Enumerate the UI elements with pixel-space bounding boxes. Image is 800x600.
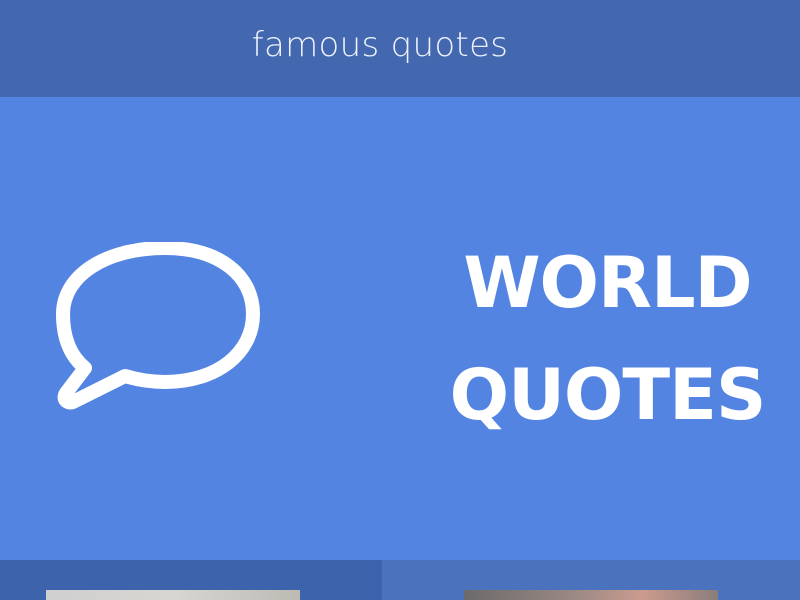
quote-thumbnail-image[interactable]: [46, 590, 300, 600]
app-screen: famous quotes WORLD QUOTES: [0, 0, 800, 600]
quote-card[interactable]: [0, 560, 382, 600]
hero-headline: WORLD QUOTES: [415, 227, 800, 451]
quote-card[interactable]: [382, 560, 800, 600]
app-title: famous quotes: [251, 24, 509, 65]
app-header: famous quotes: [0, 0, 800, 97]
quote-thumbnail-image[interactable]: [464, 590, 718, 600]
quote-cards-row: [0, 560, 800, 600]
speech-bubble-icon: [56, 242, 260, 410]
headline-line-quotes: QUOTES: [449, 354, 767, 436]
headline-line-world: WORLD: [463, 242, 752, 324]
hero-banner[interactable]: WORLD QUOTES: [0, 97, 800, 560]
